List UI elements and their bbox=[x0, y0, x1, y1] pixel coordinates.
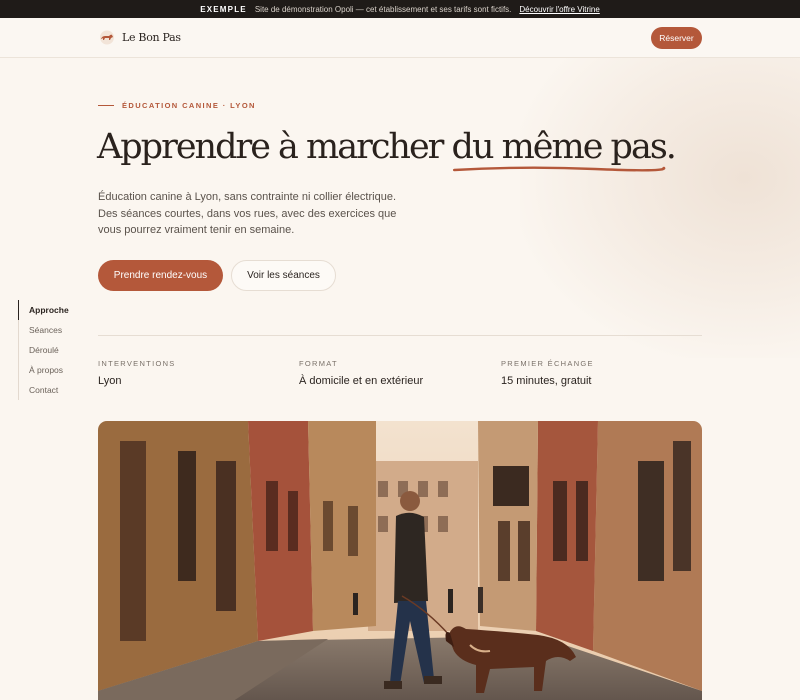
street-dog-walk-image bbox=[98, 421, 702, 700]
eyebrow-rule bbox=[98, 105, 114, 106]
book-appointment-button[interactable]: Prendre rendez-vous bbox=[98, 260, 223, 291]
hero-title-main: Apprendre à marcher bbox=[97, 127, 452, 167]
underline-swash-icon bbox=[452, 166, 665, 172]
demo-banner: EXEMPLE Site de démonstration Opoli — ce… bbox=[0, 0, 800, 18]
hero-title-accent-text: du même pas bbox=[451, 127, 668, 167]
banner-tag: EXEMPLE bbox=[200, 4, 247, 14]
dog-logo-icon bbox=[100, 30, 114, 45]
banner-link[interactable]: Découvrir l'offre Vitrine bbox=[519, 5, 599, 14]
section-nav-item-seances[interactable]: Séances bbox=[19, 320, 88, 340]
section-nav-item-a-propos[interactable]: À propos bbox=[19, 360, 88, 380]
section-nav: Approche Séances Déroulé À propos Contac… bbox=[18, 300, 88, 400]
hero-title-end: . bbox=[665, 127, 677, 167]
fact-label: INTERVENTIONS bbox=[98, 359, 176, 368]
section-nav-item-approche[interactable]: Approche bbox=[18, 300, 88, 320]
section-nav-item-contact[interactable]: Contact bbox=[19, 380, 88, 400]
hero-description: Éducation canine à Lyon, sans contrainte… bbox=[98, 191, 397, 236]
fact-label: FORMAT bbox=[299, 359, 338, 368]
fact-format: FORMAT À domicile et en extérieur bbox=[299, 359, 423, 387]
hero-photo bbox=[98, 421, 702, 700]
site-header: Le Bon Pas Réserver bbox=[0, 18, 800, 58]
section-nav-item-deroule[interactable]: Déroulé bbox=[19, 340, 88, 360]
banner-text: Site de démonstration Opoli — cet établi… bbox=[254, 4, 512, 14]
fact-label: PREMIER ÉCHANGE bbox=[501, 359, 594, 368]
reserve-button[interactable]: Réserver bbox=[651, 27, 702, 49]
facts-divider bbox=[98, 335, 702, 336]
hero-glow bbox=[520, 58, 800, 358]
fact-value: Lyon bbox=[98, 375, 122, 387]
view-sessions-button[interactable]: Voir les séances bbox=[231, 260, 336, 291]
logo[interactable]: Le Bon Pas bbox=[98, 30, 181, 45]
hero-title-accent: du même pas bbox=[451, 127, 668, 172]
fact-interventions: INTERVENTIONS Lyon bbox=[98, 359, 176, 387]
eyebrow-text: ÉDUCATION CANINE · LYON bbox=[122, 101, 256, 110]
logo-text: Le Bon Pas bbox=[122, 31, 181, 44]
hero-eyebrow: ÉDUCATION CANINE · LYON bbox=[98, 101, 256, 110]
fact-first-exchange: PREMIER ÉCHANGE 15 minutes, gratuit bbox=[501, 359, 594, 387]
fact-value: 15 minutes, gratuit bbox=[501, 375, 592, 387]
fact-value: À domicile et en extérieur bbox=[299, 375, 424, 387]
hero-title: Apprendre à marcher du même pas. bbox=[97, 127, 677, 172]
